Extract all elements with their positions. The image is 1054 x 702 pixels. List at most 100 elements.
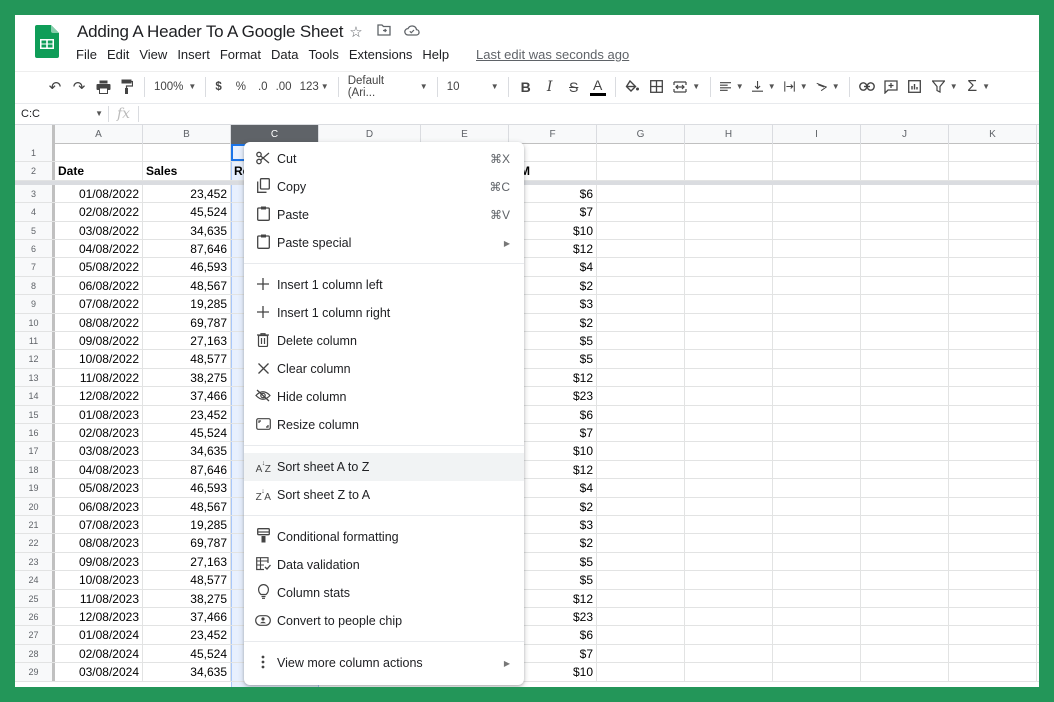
- row-header[interactable]: 5: [15, 221, 55, 239]
- select-all-corner[interactable]: [15, 125, 55, 144]
- cell-h9[interactable]: [685, 295, 773, 313]
- cell-k12[interactable]: [949, 350, 1037, 368]
- cell-j24[interactable]: [861, 571, 949, 589]
- cell-b17[interactable]: 34,635: [143, 442, 231, 460]
- cell-k22[interactable]: [949, 534, 1037, 552]
- cell-k9[interactable]: [949, 295, 1037, 313]
- row-header[interactable]: 9: [15, 295, 55, 313]
- cell-h13[interactable]: [685, 368, 773, 387]
- cell-i13[interactable]: [773, 368, 861, 387]
- cell-g10[interactable]: [597, 313, 685, 331]
- cell-b1[interactable]: [143, 144, 231, 162]
- row-header[interactable]: 6: [15, 240, 55, 258]
- cell-j18[interactable]: [861, 460, 949, 479]
- fill-color-icon[interactable]: [621, 75, 645, 99]
- borders-icon[interactable]: [645, 75, 669, 99]
- cell-b15[interactable]: 23,452: [143, 405, 231, 423]
- column-header-k[interactable]: K: [949, 125, 1037, 144]
- cell-h29[interactable]: [685, 663, 773, 681]
- cell-i23[interactable]: [773, 552, 861, 571]
- cell-i28[interactable]: [773, 644, 861, 663]
- move-to-folder-icon[interactable]: [375, 23, 393, 41]
- row-header[interactable]: 25: [15, 589, 55, 607]
- cell-j14[interactable]: [861, 387, 949, 405]
- cell-h24[interactable]: [685, 571, 773, 589]
- cell-b4[interactable]: 45,524: [143, 203, 231, 221]
- cell-a9[interactable]: 07/08/2022: [55, 295, 143, 313]
- column-header-j[interactable]: J: [861, 125, 949, 144]
- row-header[interactable]: 21: [15, 516, 55, 534]
- insert-chart-icon[interactable]: [903, 75, 927, 99]
- cell-b5[interactable]: 34,635: [143, 221, 231, 239]
- row-header[interactable]: 3: [15, 184, 55, 203]
- cell-a25[interactable]: 11/08/2023: [55, 589, 143, 607]
- cell-i4[interactable]: [773, 203, 861, 221]
- menu-item-cut[interactable]: Cut ⌘X: [244, 145, 524, 173]
- cell-k6[interactable]: [949, 240, 1037, 258]
- cell-h7[interactable]: [685, 258, 773, 276]
- cell-j22[interactable]: [861, 534, 949, 552]
- star-icon[interactable]: ☆: [347, 23, 365, 41]
- cell-i17[interactable]: [773, 442, 861, 460]
- cell-a8[interactable]: 06/08/2022: [55, 276, 143, 295]
- cell-k28[interactable]: [949, 644, 1037, 663]
- cell-g12[interactable]: [597, 350, 685, 368]
- column-header-f[interactable]: F: [509, 125, 597, 144]
- cell-k26[interactable]: [949, 608, 1037, 626]
- cell-b3[interactable]: 23,452: [143, 184, 231, 203]
- cell-i20[interactable]: [773, 497, 861, 515]
- cell-g3[interactable]: [597, 184, 685, 203]
- cell-b23[interactable]: 27,163: [143, 552, 231, 571]
- cell-j20[interactable]: [861, 497, 949, 515]
- cell-a17[interactable]: 03/08/2023: [55, 442, 143, 460]
- cell-k20[interactable]: [949, 497, 1037, 515]
- cell-b27[interactable]: 23,452: [143, 626, 231, 644]
- cell-i2[interactable]: [773, 162, 861, 180]
- cell-k10[interactable]: [949, 313, 1037, 331]
- row-header[interactable]: 24: [15, 571, 55, 589]
- cell-j1[interactable]: [861, 144, 949, 162]
- cell-h12[interactable]: [685, 350, 773, 368]
- vertical-align-icon[interactable]: ▼: [748, 75, 780, 99]
- cell-k3[interactable]: [949, 184, 1037, 203]
- cell-a26[interactable]: 12/08/2023: [55, 608, 143, 626]
- row-header[interactable]: 23: [15, 552, 55, 571]
- cell-h1[interactable]: [685, 144, 773, 162]
- cell-k17[interactable]: [949, 442, 1037, 460]
- insert-link-icon[interactable]: [855, 75, 879, 99]
- cell-a1[interactable]: [55, 144, 143, 162]
- cell-h5[interactable]: [685, 221, 773, 239]
- cell-b18[interactable]: 87,646: [143, 460, 231, 479]
- document-title[interactable]: Adding A Header To A Google Sheet: [77, 22, 343, 42]
- name-box[interactable]: C:C ▼: [15, 108, 103, 120]
- cell-i9[interactable]: [773, 295, 861, 313]
- cell-h16[interactable]: [685, 424, 773, 442]
- redo-icon[interactable]: ↷: [67, 75, 91, 99]
- cell-b29[interactable]: 34,635: [143, 663, 231, 681]
- cell-j3[interactable]: [861, 184, 949, 203]
- row-header[interactable]: 7: [15, 258, 55, 276]
- cell-b26[interactable]: 37,466: [143, 608, 231, 626]
- cell-k25[interactable]: [949, 589, 1037, 607]
- row-header[interactable]: 11: [15, 332, 55, 350]
- text-rotation-icon[interactable]: ▼: [812, 75, 844, 99]
- cell-g20[interactable]: [597, 497, 685, 515]
- cell-b11[interactable]: 27,163: [143, 332, 231, 350]
- row-header[interactable]: 12: [15, 350, 55, 368]
- row-header[interactable]: 2: [15, 162, 55, 180]
- menu-file[interactable]: File: [76, 47, 103, 62]
- row-header[interactable]: 10: [15, 313, 55, 331]
- cell-g8[interactable]: [597, 276, 685, 295]
- cell-i25[interactable]: [773, 589, 861, 607]
- cell-a7[interactable]: 05/08/2022: [55, 258, 143, 276]
- functions-icon[interactable]: Σ ▼: [963, 75, 995, 99]
- cell-i24[interactable]: [773, 571, 861, 589]
- bold-button[interactable]: B: [514, 75, 538, 99]
- cell-k8[interactable]: [949, 276, 1037, 295]
- sheets-logo-icon[interactable]: [35, 25, 59, 58]
- cell-k7[interactable]: [949, 258, 1037, 276]
- cell-g7[interactable]: [597, 258, 685, 276]
- cell-k15[interactable]: [949, 405, 1037, 423]
- cell-a4[interactable]: 02/08/2022: [55, 203, 143, 221]
- cell-g28[interactable]: [597, 644, 685, 663]
